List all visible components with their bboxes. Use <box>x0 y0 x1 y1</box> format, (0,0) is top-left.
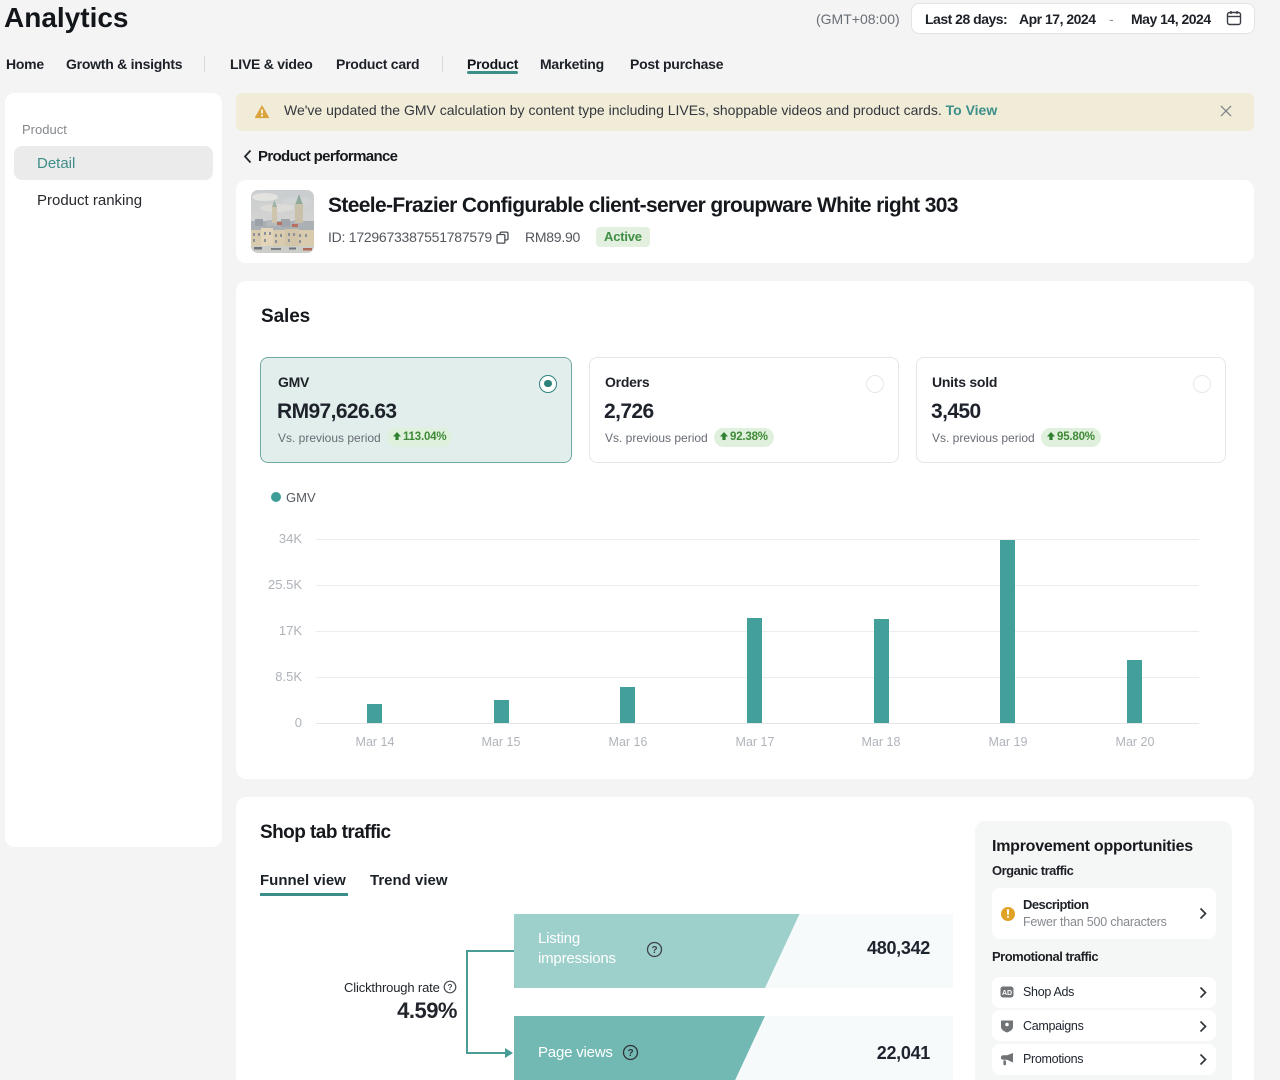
svg-text:?: ? <box>447 982 452 992</box>
svg-text:?: ? <box>651 945 657 956</box>
svg-text:?: ? <box>627 1048 633 1059</box>
svg-text:AD: AD <box>1002 990 1012 997</box>
